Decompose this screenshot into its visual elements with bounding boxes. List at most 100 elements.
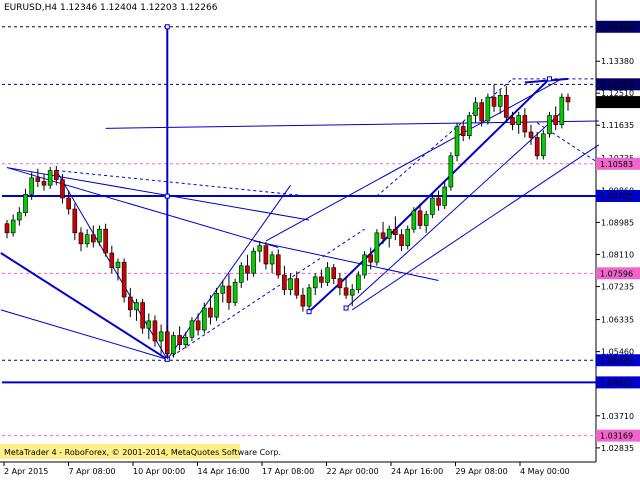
candle-down: [66, 197, 71, 210]
candle-down: [534, 137, 540, 157]
candle-up: [467, 115, 472, 136]
candle-up: [411, 210, 417, 230]
price-tick-label: 1.13380: [601, 57, 634, 66]
time-tick-label: 14 Apr 16:00: [198, 467, 250, 476]
candle-down: [510, 117, 515, 125]
candle-down: [300, 294, 306, 307]
time-tick-label: 10 Apr 00:00: [133, 467, 185, 476]
price-badge-label: 1.12750: [600, 80, 633, 89]
candle-down: [226, 285, 232, 303]
line-handle: [164, 24, 170, 30]
candle-up: [17, 212, 22, 221]
candle-up: [454, 126, 460, 157]
candle-up: [325, 267, 330, 283]
time-tick-label: 29 Apr 08:00: [456, 467, 508, 476]
candle-down: [337, 278, 343, 289]
candle-down: [127, 296, 133, 311]
candle-up: [497, 95, 503, 107]
time-tick-label: 24 Apr 16:00: [391, 467, 443, 476]
price-badge-label: 1.05225: [600, 356, 633, 365]
candle-up: [374, 232, 380, 263]
candle-up: [115, 261, 121, 268]
candle-down: [331, 267, 337, 279]
candle-down: [504, 95, 509, 118]
candle-up: [541, 133, 546, 157]
line-handle: [164, 193, 170, 199]
candle-up: [559, 96, 565, 125]
candle-down: [109, 252, 115, 268]
candle-up: [201, 307, 207, 331]
price-tick-label: 1.03710: [601, 412, 634, 421]
price-tick-label: 1.07235: [601, 283, 634, 292]
candle-up: [214, 293, 219, 318]
candle-up: [146, 320, 152, 329]
candle-up: [288, 278, 293, 290]
time-tick-label: 4 May 00:00: [520, 467, 570, 476]
candle-up: [232, 282, 238, 303]
time-tick-label: 17 Apr 08:00: [262, 467, 314, 476]
candle-down: [294, 278, 300, 296]
candle-down: [4, 223, 10, 234]
candle-down: [54, 170, 59, 180]
candle-down: [460, 126, 466, 136]
candle-up: [238, 265, 244, 283]
candle-up: [269, 254, 275, 265]
candle-up: [547, 115, 552, 135]
candle-up: [405, 228, 411, 246]
candle-down: [208, 307, 213, 318]
candle-up: [356, 274, 361, 290]
candle-up: [10, 219, 16, 234]
price-badge-label: 1.09705: [600, 192, 633, 201]
candle-up: [349, 289, 355, 296]
time-tick-label: 22 Apr 00:00: [327, 467, 379, 476]
candle-down: [121, 261, 127, 298]
candle-up: [84, 234, 90, 245]
price-tick-label: 1.08985: [601, 218, 634, 227]
candle-up: [220, 285, 226, 294]
candle-down: [72, 208, 78, 234]
price-badge-label: 1.04621: [600, 378, 633, 387]
candle-down: [103, 228, 108, 254]
price-tick-label: 1.02835: [601, 444, 634, 453]
line-handle: [547, 76, 553, 82]
candle-up: [473, 102, 478, 116]
candle-up: [516, 115, 521, 125]
candle-up: [362, 254, 367, 276]
candle-down: [41, 181, 47, 186]
candle-down: [60, 179, 65, 199]
candle-down: [417, 210, 423, 226]
candle-down: [275, 254, 281, 276]
candle-up: [251, 250, 256, 274]
candle-up: [23, 194, 28, 213]
candle-up: [158, 331, 164, 342]
chart-background: [0, 0, 640, 480]
candle-down: [35, 177, 41, 182]
candle-up: [430, 197, 435, 215]
candle-down: [152, 320, 158, 342]
price-badge-label: 1.14320: [600, 23, 633, 32]
price-badge-label: 1.07596: [600, 269, 633, 278]
candle-up: [257, 245, 263, 252]
candle-up: [47, 170, 53, 186]
candle-down: [399, 234, 404, 246]
candle-down: [553, 115, 558, 125]
price-tick-label: 1.11635: [601, 121, 634, 130]
candle-up: [97, 228, 102, 243]
candle-down: [91, 234, 96, 243]
price-badge-label: 1.12266: [600, 98, 633, 107]
candle-down: [522, 115, 528, 133]
candle-up: [442, 186, 448, 206]
candle-up: [134, 302, 139, 311]
price-tick-label: 1.08110: [601, 250, 634, 259]
candle-up: [183, 337, 189, 345]
candle-up: [306, 287, 312, 307]
price-badge-label: 1.10583: [600, 160, 633, 169]
candle-down: [343, 287, 349, 296]
candle-down: [78, 232, 84, 245]
candle-down: [368, 254, 374, 263]
price-chart[interactable]: 1.133801.125101.116351.107351.098601.089…: [0, 0, 640, 480]
candle-down: [436, 197, 441, 206]
candle-down: [195, 320, 201, 331]
candle-up: [448, 155, 454, 188]
candle-down: [164, 331, 170, 355]
